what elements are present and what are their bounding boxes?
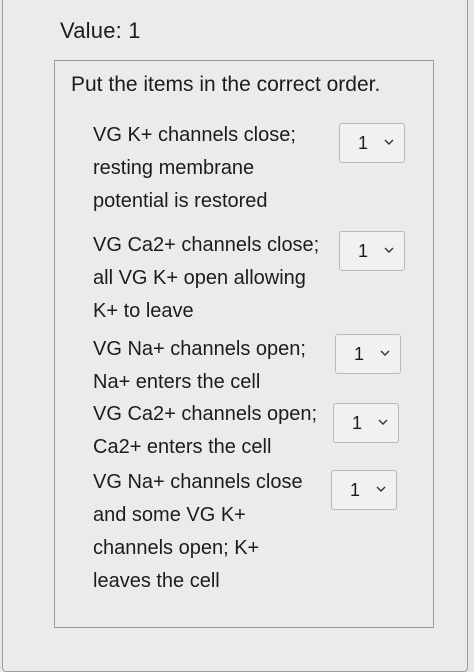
order-item-line: all VG K+ open allowing [93,267,306,289]
order-item-line: and some VG K+ [93,504,246,526]
order-select[interactable]: 1 [339,231,405,271]
order-item-line: K+ to leave [93,300,194,322]
chevron-down-icon [384,139,394,145]
order-item: VG Ca2+ channels open; Ca2+ enters the c… [93,398,323,464]
order-item-line: Ca2+ enters the cell [93,436,272,458]
question-prompt: Put the items in the correct order. [71,73,381,96]
order-select[interactable]: 1 [331,470,397,510]
order-item-line: channels open; K+ [93,537,260,559]
order-select-value: 1 [358,241,369,261]
order-item-line: Na+ enters the cell [93,371,261,393]
order-select[interactable]: 1 [339,123,405,163]
order-item-line: VG K+ channels close; [93,124,296,146]
chevron-down-icon [384,247,394,253]
order-item: VG Ca2+ channels close; all VG K+ open a… [93,229,323,328]
chevron-down-icon [376,486,386,492]
order-item: VG Na+ channels open; Na+ enters the cel… [93,333,323,399]
value-label: Value: 1 [60,18,141,43]
order-item-line: VG Na+ channels open; [93,338,306,360]
order-item-line: VG Ca2+ channels open; [93,403,318,425]
order-select-value: 1 [354,344,365,364]
order-item-line: resting membrane [93,157,255,179]
order-select-value: 1 [350,480,361,500]
order-item-line: leaves the cell [93,570,220,592]
order-select-value: 1 [352,413,363,433]
chevron-down-icon [378,419,388,425]
ordering-question: Put the items in the correct order. VG K… [54,60,434,628]
order-select[interactable]: 1 [335,334,401,374]
order-item: VG Na+ channels close and some VG K+ cha… [93,466,323,598]
order-select-value: 1 [358,133,369,153]
chevron-down-icon [380,350,390,356]
order-item-line: VG Na+ channels close [93,471,303,493]
order-item-line: VG Ca2+ channels close; [93,234,320,256]
order-item-line: potential is restored [93,190,268,212]
order-select[interactable]: 1 [333,403,399,443]
order-item: VG K+ channels close; resting membrane p… [93,119,323,218]
